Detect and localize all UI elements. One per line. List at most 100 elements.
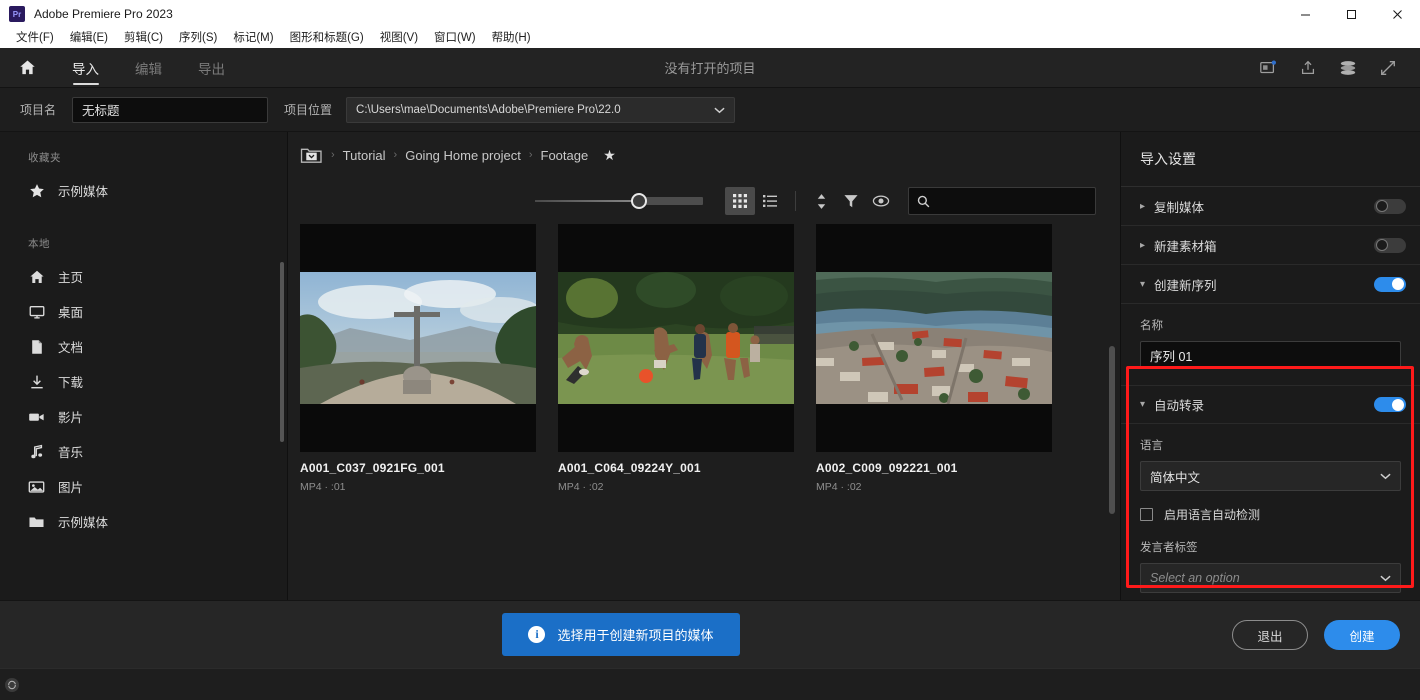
- menu-edit[interactable]: 编辑(E): [62, 28, 116, 48]
- cta-label: 选择用于创建新项目的媒体: [557, 625, 713, 644]
- sidebar-item-downloads[interactable]: 下载: [0, 364, 287, 399]
- tab-import[interactable]: 导入: [54, 48, 117, 88]
- sidebar-item-desktop[interactable]: 桌面: [0, 294, 287, 329]
- browser-toolbar: [288, 178, 1120, 224]
- minimize-button[interactable]: [1282, 0, 1328, 28]
- new-bin-toggle[interactable]: [1374, 238, 1406, 253]
- sidebar-item-pictures[interactable]: 图片: [0, 469, 287, 504]
- media-thumbnail[interactable]: [816, 224, 1052, 452]
- sequence-name-input[interactable]: 序列 01: [1140, 341, 1401, 369]
- sync-icon[interactable]: [5, 678, 19, 692]
- sort-button[interactable]: [806, 187, 836, 215]
- setting-label: 创建新序列: [1154, 275, 1217, 294]
- chevron-down-icon[interactable]: ▾: [1140, 279, 1154, 290]
- setting-row-create-sequence[interactable]: ▾ 创建新序列: [1121, 265, 1420, 304]
- tab-export[interactable]: 导出: [180, 48, 243, 88]
- topbar-icon-group: [1258, 58, 1420, 78]
- preview-toggle-button[interactable]: [866, 187, 896, 215]
- project-name-label: 项目名: [20, 101, 56, 118]
- sidebar-item-home[interactable]: 主页: [0, 259, 287, 294]
- media-card[interactable]: A001_C037_0921FG_001 MP4 · :01: [300, 224, 536, 493]
- speaker-labels-select[interactable]: Select an option: [1140, 563, 1401, 593]
- language-value: 简体中文: [1150, 467, 1200, 486]
- setting-row-new-bin[interactable]: ▸ 新建素材箱: [1121, 226, 1420, 265]
- share-export-icon[interactable]: [1298, 58, 1318, 78]
- create-button[interactable]: 创建: [1324, 620, 1400, 650]
- setting-row-auto-transcribe[interactable]: ▾ 自动转录: [1121, 385, 1420, 424]
- layers-icon[interactable]: [1338, 58, 1358, 78]
- create-sequence-toggle[interactable]: [1374, 277, 1406, 292]
- screen-notify-icon[interactable]: [1258, 58, 1278, 78]
- media-card[interactable]: A001_C064_09224Y_001 MP4 · :02: [558, 224, 794, 493]
- favorite-star-icon[interactable]: ★: [603, 147, 616, 164]
- search-input[interactable]: [908, 187, 1096, 215]
- menu-window[interactable]: 窗口(W): [426, 28, 484, 48]
- media-filename: A001_C037_0921FG_001: [300, 461, 536, 475]
- breadcrumb-item-footage[interactable]: Footage: [541, 148, 589, 163]
- sidebar-item-sample-media-fav[interactable]: 示例媒体: [0, 173, 287, 208]
- menu-graphics[interactable]: 图形和标题(G): [282, 28, 372, 48]
- filter-icon: [843, 193, 859, 209]
- project-location-dropdown[interactable]: C:\Users\mae\Documents\Adobe\Premiere Pr…: [346, 97, 735, 123]
- sidebar-item-music[interactable]: 音乐: [0, 434, 287, 469]
- sidebar-item-sample-media-local[interactable]: 示例媒体: [0, 504, 287, 539]
- autodetect-checkbox[interactable]: [1140, 508, 1153, 521]
- project-name-input[interactable]: 无标题: [72, 97, 268, 123]
- select-media-cta-button[interactable]: i 选择用于创建新项目的媒体: [502, 613, 740, 656]
- media-thumbnail[interactable]: [558, 224, 794, 452]
- media-card[interactable]: A002_C009_092221_001 MP4 · :02: [816, 224, 1052, 493]
- menu-file[interactable]: 文件(F): [8, 28, 62, 48]
- sidebar-item-movies[interactable]: 影片: [0, 399, 287, 434]
- menu-marker[interactable]: 标记(M): [225, 28, 281, 48]
- menu-view[interactable]: 视图(V): [372, 28, 426, 48]
- exit-button[interactable]: 退出: [1232, 620, 1308, 650]
- breadcrumb-sep-2: ›: [394, 149, 398, 161]
- thumbnail-kids-playing-soccer: [558, 272, 794, 404]
- speaker-labels-label: 发言者标签: [1140, 539, 1401, 555]
- filter-button[interactable]: [836, 187, 866, 215]
- monitor-icon: [28, 303, 45, 320]
- menu-clip[interactable]: 剪辑(C): [116, 28, 171, 48]
- sidebar-item-label: 桌面: [58, 302, 83, 321]
- thumbnail-cross-monument-hilltop: [300, 272, 536, 404]
- zoom-track-right: [641, 197, 703, 205]
- thumbnail-zoom-slider[interactable]: [535, 196, 703, 206]
- list-view-button[interactable]: [755, 187, 785, 215]
- fullscreen-icon[interactable]: [1378, 58, 1398, 78]
- chevron-right-icon[interactable]: ▸: [1140, 240, 1154, 251]
- media-thumbnail[interactable]: [300, 224, 536, 452]
- media-grid-scrollbar[interactable]: [1109, 346, 1115, 514]
- setting-row-copy-media[interactable]: ▸ 复制媒体: [1121, 187, 1420, 226]
- copy-media-toggle[interactable]: [1374, 199, 1406, 214]
- sidebar-item-documents[interactable]: 文档: [0, 329, 287, 364]
- media-filename: A001_C064_09224Y_001: [558, 461, 794, 475]
- chevron-right-icon[interactable]: ▸: [1140, 201, 1154, 212]
- sidebar-scrollbar[interactable]: [280, 262, 284, 442]
- left-sidebar: 收藏夹 示例媒体 本地 主页 桌面: [0, 132, 288, 600]
- menu-sequence[interactable]: 序列(S): [171, 28, 225, 48]
- breadcrumb-item-going-home-project[interactable]: Going Home project: [405, 148, 521, 163]
- sidebar-item-label: 示例媒体: [58, 181, 108, 200]
- breadcrumb-sep-3: ›: [529, 149, 533, 161]
- breadcrumb-item-tutorial[interactable]: Tutorial: [343, 148, 386, 163]
- window-title: Adobe Premiere Pro 2023: [34, 7, 173, 21]
- auto-transcribe-toggle[interactable]: [1374, 397, 1406, 412]
- tab-edit[interactable]: 编辑: [117, 48, 180, 88]
- home-button[interactable]: [0, 48, 54, 88]
- media-browser: › Tutorial › Going Home project › Footag…: [288, 132, 1120, 600]
- chevron-down-icon[interactable]: ▾: [1140, 399, 1154, 410]
- autodetect-language-row[interactable]: 启用语言自动检测: [1121, 491, 1420, 523]
- sequence-name-label: 名称: [1140, 317, 1401, 333]
- grid-view-button[interactable]: [725, 187, 755, 215]
- menubar: 文件(F) 编辑(E) 剪辑(C) 序列(S) 标记(M) 图形和标题(G) 视…: [0, 28, 1420, 48]
- maximize-button[interactable]: [1328, 0, 1374, 28]
- language-select[interactable]: 简体中文: [1140, 461, 1401, 491]
- sidebar-item-label: 文档: [58, 337, 83, 356]
- media-meta: MP4 · :02: [558, 481, 794, 493]
- close-button[interactable]: [1374, 0, 1420, 28]
- menu-help[interactable]: 帮助(H): [484, 28, 539, 48]
- language-label: 语言: [1140, 437, 1401, 453]
- folder-dropdown-icon[interactable]: [300, 146, 323, 165]
- import-settings-panel: 导入设置 ▸ 复制媒体 ▸ 新建素材箱 ▾ 创建新序列 名称 序列 01 ▾ 自…: [1120, 132, 1420, 600]
- zoom-slider-handle[interactable]: [631, 193, 647, 209]
